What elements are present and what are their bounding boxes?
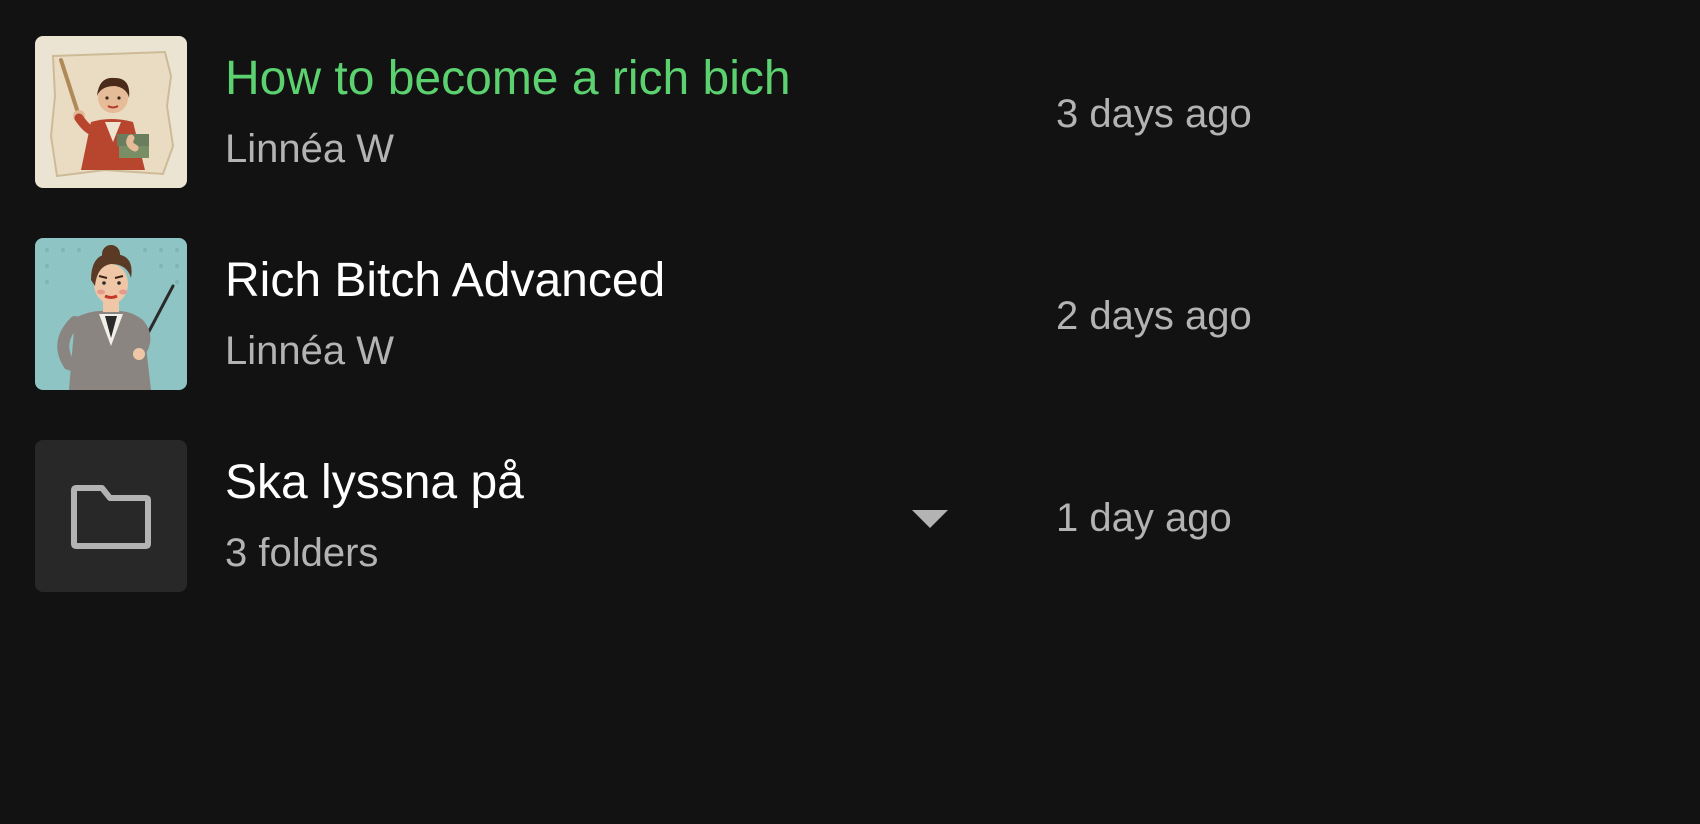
playlist-title[interactable]: How to become a rich bich: [225, 50, 791, 108]
date-added: 3 days ago: [1056, 92, 1252, 136]
folder-cover: [35, 440, 187, 592]
playlist-title[interactable]: Rich Bitch Advanced: [225, 252, 665, 310]
folder-title[interactable]: Ska lyssna på: [225, 454, 524, 512]
playlist-owner[interactable]: Linnéa W: [225, 125, 394, 173]
playlist-cover-art: [35, 36, 187, 188]
playlist-cover-art: [35, 238, 187, 390]
vintage-teacher-cover-icon: [35, 36, 187, 188]
date-added: 1 day ago: [1056, 496, 1232, 540]
date-added: 2 days ago: [1056, 294, 1252, 338]
library-list: How to become a rich bich Linnéa W 3 day…: [0, 0, 1700, 824]
playlist-owner[interactable]: Linnéa W: [225, 327, 394, 375]
list-item-playlist[interactable]: How to become a rich bich Linnéa W 3 day…: [0, 12, 1700, 208]
pop-art-teacher-cover-icon: [35, 238, 187, 390]
folder-count: 3 folders: [225, 531, 379, 575]
list-item-playlist[interactable]: Rich Bitch Advanced Linnéa W 2 days ago: [0, 214, 1700, 410]
caret-down-icon[interactable]: [908, 504, 952, 532]
list-item-folder[interactable]: Ska lyssna på 3 folders 1 day ago: [0, 416, 1700, 612]
folder-icon: [71, 485, 151, 549]
